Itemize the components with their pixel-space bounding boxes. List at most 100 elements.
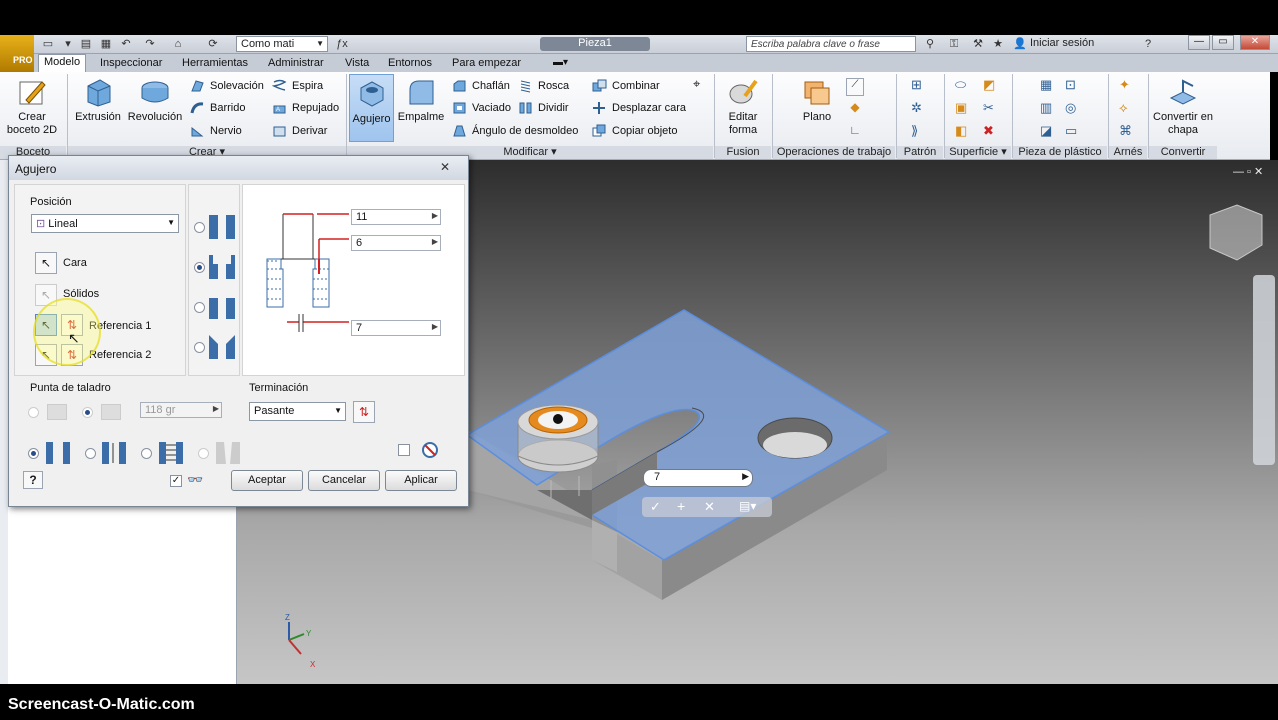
tapped-radio[interactable] bbox=[141, 448, 152, 459]
counterbore-depth-field[interactable]: 6 ▶ bbox=[351, 235, 441, 251]
simple-drill-radio[interactable] bbox=[28, 448, 39, 459]
mirror-icon[interactable]: ⟫ bbox=[911, 123, 929, 141]
direct-edit-icon[interactable]: ⌖ bbox=[693, 76, 711, 94]
work-point-icon[interactable]: ◆ bbox=[846, 100, 864, 118]
simple-hole-radio[interactable] bbox=[194, 222, 205, 233]
confirm-icon[interactable]: ✓ bbox=[650, 499, 661, 515]
group-label-superficie[interactable]: Superficie ▾ bbox=[945, 146, 1011, 159]
sculpt-icon[interactable]: ▣ bbox=[955, 100, 973, 118]
redo-icon[interactable]: ↷ bbox=[142, 37, 158, 51]
derive-button[interactable]: Derivar bbox=[272, 123, 327, 139]
move-face-button[interactable]: Desplazar cara bbox=[592, 100, 686, 116]
binoculars-icon[interactable]: ⚲ bbox=[922, 37, 938, 51]
stitch-icon[interactable]: ◩ bbox=[983, 77, 1001, 95]
snap-fit-icon[interactable]: ⊡ bbox=[1065, 77, 1083, 95]
position-select[interactable]: ⊡ Lineal ▼ bbox=[31, 214, 179, 233]
plane-button[interactable]: Plano bbox=[792, 76, 842, 124]
draft-button[interactable]: Ángulo de desmoldeo bbox=[452, 123, 578, 139]
extrude-button[interactable]: Extrusión bbox=[72, 76, 124, 124]
close-window-button[interactable]: ✕ bbox=[1240, 35, 1270, 50]
preview-checkbox[interactable]: ✓ bbox=[170, 475, 182, 487]
harness-segment-icon[interactable]: ⟡ bbox=[1119, 100, 1137, 118]
star-icon[interactable]: ★ bbox=[990, 37, 1006, 51]
mirror-hole-icon[interactable] bbox=[421, 441, 439, 459]
countersink-radio[interactable] bbox=[194, 342, 205, 353]
navigation-bar[interactable] bbox=[1253, 275, 1275, 465]
appearance-combo[interactable]: Como mati ▼ bbox=[236, 36, 328, 52]
ucs-icon[interactable]: ∟ bbox=[846, 123, 864, 141]
help-icon[interactable]: ? bbox=[1140, 37, 1156, 51]
sign-in-link[interactable]: Iniciar sesión bbox=[1030, 37, 1094, 49]
boss-icon[interactable]: ◎ bbox=[1065, 100, 1083, 118]
flip-direction-icon[interactable]: ⇅ bbox=[353, 401, 375, 423]
tab-administrar[interactable]: Administrar bbox=[263, 56, 329, 72]
create-sketch-button[interactable]: Crear boceto 2D bbox=[4, 76, 60, 137]
exchange-icon[interactable]: ⚒ bbox=[970, 37, 986, 51]
hole-button[interactable]: Agujero bbox=[349, 74, 394, 142]
cancel-icon[interactable]: ✕ bbox=[704, 499, 715, 515]
cancel-button[interactable]: Cancelar bbox=[308, 470, 380, 491]
undo-icon[interactable]: ↶ bbox=[118, 37, 134, 51]
harness-icon[interactable]: ✦ bbox=[1119, 77, 1137, 95]
options-icon[interactable]: ▤▾ bbox=[739, 499, 756, 513]
drill-angle-field[interactable]: 118 gr ▶ bbox=[140, 402, 222, 418]
tab-herramientas[interactable]: Herramientas bbox=[177, 56, 253, 72]
return-icon[interactable]: ⌂ bbox=[170, 37, 186, 51]
key-icon[interactable]: ⚿ bbox=[946, 37, 962, 51]
viewport-window-controls[interactable]: — ▫ ✕ bbox=[1233, 165, 1263, 178]
dialog-help-button[interactable]: ? bbox=[23, 471, 43, 489]
ribbon-options-icon[interactable]: ▬▾ bbox=[548, 56, 573, 72]
tab-modelo[interactable]: Modelo bbox=[38, 54, 87, 72]
rest-icon[interactable]: ◪ bbox=[1040, 123, 1058, 141]
fx-icon[interactable]: ƒx bbox=[334, 37, 350, 51]
split-button[interactable]: Dividir bbox=[518, 100, 569, 116]
combine-button[interactable]: Combinar bbox=[592, 78, 660, 94]
trim-icon[interactable]: ✂ bbox=[983, 100, 1001, 118]
plus-icon[interactable]: + bbox=[677, 498, 685, 514]
flat-point-radio[interactable] bbox=[28, 407, 39, 418]
rib-button[interactable]: Nervio bbox=[190, 123, 242, 139]
tab-para-empezar[interactable]: Para empezar bbox=[447, 56, 526, 72]
save-icon[interactable]: ▤ bbox=[78, 37, 94, 51]
termination-select[interactable]: Pasante ▼ bbox=[249, 402, 346, 421]
shell-button[interactable]: Vaciado bbox=[452, 100, 511, 116]
circular-pattern-icon[interactable]: ✲ bbox=[911, 100, 929, 118]
edit-form-button[interactable]: Editar forma bbox=[716, 76, 770, 137]
convert-to-sheet-metal-button[interactable]: Convertir en chapa bbox=[1150, 76, 1216, 137]
minimize-button[interactable]: — bbox=[1188, 35, 1210, 50]
apply-button[interactable]: Aplicar bbox=[385, 470, 457, 491]
ok-button[interactable]: Aceptar bbox=[231, 470, 303, 491]
tab-inspeccionar[interactable]: Inspeccionar bbox=[95, 56, 167, 72]
rectangular-pattern-icon[interactable]: ⊞ bbox=[911, 77, 929, 95]
search-input[interactable]: Escriba palabra clave o frase bbox=[746, 36, 916, 52]
app-logo[interactable]: PRO bbox=[0, 35, 34, 72]
loft-button[interactable]: Solevación bbox=[190, 78, 264, 94]
sweep-button[interactable]: Barrido bbox=[190, 100, 245, 116]
angle-point-radio[interactable] bbox=[82, 407, 93, 418]
clearance-radio[interactable] bbox=[85, 448, 96, 459]
spotface-radio[interactable] bbox=[194, 302, 205, 313]
lip-icon[interactable]: ▭ bbox=[1065, 123, 1083, 141]
distance-input[interactable]: 7 ▶ bbox=[643, 469, 753, 487]
fillet-button[interactable]: Empalme bbox=[396, 76, 446, 124]
iso-checkbox[interactable] bbox=[398, 444, 410, 456]
maximize-button[interactable]: ▭ bbox=[1212, 35, 1234, 50]
save-as-icon[interactable]: ▦ bbox=[98, 37, 114, 51]
hole-center-point[interactable] bbox=[553, 414, 563, 424]
tab-entornos[interactable]: Entornos bbox=[383, 56, 437, 72]
dialog-close-button[interactable]: ✕ bbox=[433, 160, 457, 175]
rule-fillet-icon[interactable]: ▥ bbox=[1040, 100, 1058, 118]
coil-button[interactable]: Espira bbox=[272, 78, 323, 94]
delete-face-icon[interactable]: ✖ bbox=[983, 123, 1001, 141]
viewcube[interactable] bbox=[1209, 204, 1263, 261]
counterbore-diameter-field[interactable]: 11 ▶ bbox=[351, 209, 441, 225]
taper-tapped-radio[interactable] bbox=[198, 448, 209, 459]
emboss-button[interactable]: A Repujado bbox=[272, 100, 339, 116]
face-selector[interactable]: ↖ bbox=[35, 252, 57, 274]
user-icon[interactable]: 👤 bbox=[1012, 37, 1028, 51]
counterbore-radio[interactable] bbox=[194, 262, 205, 273]
open-icon[interactable]: ▾ bbox=[60, 37, 76, 51]
work-axis-icon[interactable]: ⟋ bbox=[846, 78, 864, 96]
replace-face-icon[interactable]: ◧ bbox=[955, 123, 973, 141]
mini-toolbar[interactable]: ✓ + ✕ ▤▾ bbox=[642, 497, 772, 517]
